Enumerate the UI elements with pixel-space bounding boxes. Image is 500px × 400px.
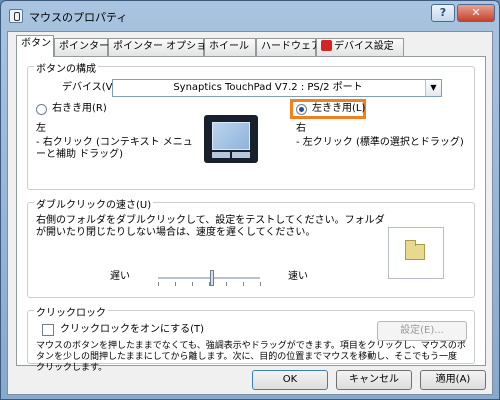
click-lock-label[interactable]: クリックロックをオンにする(T) xyxy=(60,324,204,336)
speed-slider-thumb[interactable] xyxy=(210,270,214,286)
tab-buttons[interactable]: ボタン xyxy=(16,35,54,57)
tab-device-settings[interactable]: デバイス設定 xyxy=(316,38,404,56)
mouse-icon xyxy=(9,9,23,23)
right-side-title: 右 xyxy=(296,123,306,134)
mouse-properties-window: マウスのプロパティ ? ✕ ボタン ポインター ポインター オプション ホイール… xyxy=(0,0,500,400)
apply-button[interactable]: 適用(A) xyxy=(420,370,486,390)
folder-icon[interactable] xyxy=(405,240,425,260)
test-folder-area[interactable] xyxy=(388,227,444,279)
left-handed-radio[interactable] xyxy=(296,104,307,115)
left-side-title: 左 xyxy=(36,123,46,134)
click-lock-group: クリックロック クリックロックをオンにする(T) 設定(E)... マウスのボタ… xyxy=(27,304,475,373)
button-config-group: ボタンの構成 デバイス(V): Synaptics TouchPad V7.2 … xyxy=(27,60,475,190)
speed-fast-label: 速い xyxy=(288,271,308,282)
ok-button[interactable]: OK xyxy=(252,370,328,390)
device-select[interactable]: Synaptics TouchPad V7.2 : PS/2 ポート ▼ xyxy=(112,79,442,97)
double-click-desc: 右側のフォルダをダブルクリックして、設定をテストしてください。フォルダが開いたり… xyxy=(36,215,385,238)
slider-tick xyxy=(192,282,193,286)
device-select-value: Synaptics TouchPad V7.2 : PS/2 ポート xyxy=(173,82,363,93)
right-handed-label[interactable]: 右きき用(R) xyxy=(52,103,107,115)
slider-tick xyxy=(260,282,261,286)
right-side-desc: - 左クリック (標準の選択とドラッグ) xyxy=(296,137,464,148)
window-title: マウスのプロパティ xyxy=(29,11,128,24)
click-lock-settings-button[interactable]: 設定(E)... xyxy=(377,321,467,341)
tab-wheel[interactable]: ホイール xyxy=(204,38,256,56)
slider-tick xyxy=(226,282,227,286)
help-button[interactable]: ? xyxy=(431,4,455,22)
cancel-button[interactable]: キャンセル xyxy=(336,370,412,390)
speed-slow-label: 遅い xyxy=(110,271,130,282)
chevron-down-icon[interactable]: ▼ xyxy=(425,80,441,96)
slider-tick xyxy=(175,282,176,286)
buttons-tab-panel: ボタンの構成 デバイス(V): Synaptics TouchPad V7.2 … xyxy=(16,56,486,373)
speed-slider-track[interactable] xyxy=(158,277,260,279)
tab-device-settings-label: デバイス設定 xyxy=(334,41,394,52)
click-lock-checkbox[interactable] xyxy=(42,324,54,336)
touchpad-image xyxy=(204,115,258,163)
slider-tick xyxy=(158,282,159,286)
title-bar: マウスのプロパティ ? ✕ xyxy=(1,1,499,31)
left-side-desc: - 右クリック (コンテキスト メニューと補助 ドラッグ) xyxy=(36,137,193,160)
dialog-client-area: ボタン ポインター ポインター オプション ホイール ハードウェア デバイス設定… xyxy=(7,31,493,395)
close-button[interactable]: ✕ xyxy=(457,4,495,22)
slider-tick xyxy=(209,282,210,286)
tab-pointer-options[interactable]: ポインター オプション xyxy=(108,38,216,56)
left-handed-label[interactable]: 左きき用(L) xyxy=(312,103,365,115)
double-click-title: ダブルクリックの速さ(U) xyxy=(34,196,154,211)
tab-pointer[interactable]: ポインター xyxy=(54,38,109,56)
slider-tick xyxy=(243,282,244,286)
button-config-title: ボタンの構成 xyxy=(34,60,98,75)
touchpad-surface xyxy=(212,122,250,150)
tab-hardware[interactable]: ハードウェア xyxy=(256,38,321,56)
touchpad-right-button xyxy=(232,152,250,158)
device-settings-icon xyxy=(321,40,332,51)
click-lock-title: クリックロック xyxy=(34,304,108,319)
touchpad-left-button xyxy=(212,152,230,158)
double-click-group: ダブルクリックの速さ(U) 右側のフォルダをダブルクリックして、設定をテストして… xyxy=(27,196,475,298)
right-handed-radio[interactable] xyxy=(36,104,47,115)
